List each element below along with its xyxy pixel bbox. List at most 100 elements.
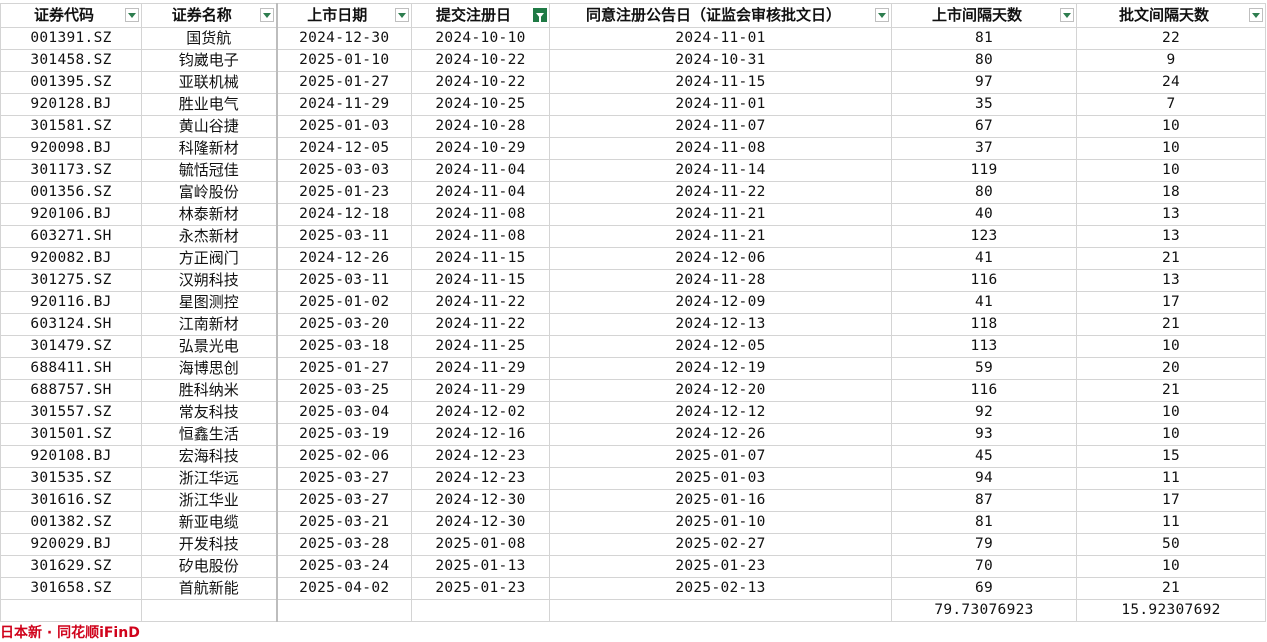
table-cell[interactable]: 2025-01-23: [276, 181, 412, 204]
table-cell[interactable]: 2024-12-06: [549, 247, 892, 270]
table-cell[interactable]: 920082.BJ: [0, 247, 142, 270]
column-header-1[interactable]: 证券名称: [141, 3, 278, 28]
table-cell[interactable]: 2025-03-18: [276, 335, 412, 358]
table-cell[interactable]: 2024-12-18: [276, 203, 412, 226]
table-cell[interactable]: 69: [891, 577, 1077, 600]
table-cell[interactable]: 2024-10-29: [411, 137, 550, 160]
table-cell[interactable]: 富岭股份: [141, 181, 278, 204]
table-cell[interactable]: 94: [891, 467, 1077, 490]
table-cell[interactable]: 119: [891, 159, 1077, 182]
table-cell[interactable]: 10: [1076, 335, 1266, 358]
table-cell[interactable]: 920098.BJ: [0, 137, 142, 160]
approval-average-cell[interactable]: 15.92307692: [1076, 599, 1266, 622]
table-cell[interactable]: 21: [1076, 247, 1266, 270]
table-cell[interactable]: 汉朔科技: [141, 269, 278, 292]
table-cell[interactable]: 10: [1076, 159, 1266, 182]
table-cell[interactable]: 001356.SZ: [0, 181, 142, 204]
table-cell[interactable]: 301658.SZ: [0, 577, 142, 600]
table-cell[interactable]: 2025-03-04: [276, 401, 412, 424]
table-cell[interactable]: 2024-12-16: [411, 423, 550, 446]
table-cell[interactable]: 7: [1076, 93, 1266, 116]
table-cell[interactable]: 17: [1076, 291, 1266, 314]
table-cell[interactable]: 2025-01-03: [276, 115, 412, 138]
table-cell[interactable]: 81: [891, 511, 1077, 534]
table-cell[interactable]: 2025-01-23: [411, 577, 550, 600]
table-cell[interactable]: 2024-12-26: [549, 423, 892, 446]
table-cell[interactable]: 123: [891, 225, 1077, 248]
summary-cell[interactable]: [411, 599, 550, 622]
table-cell[interactable]: 2025-01-27: [276, 357, 412, 380]
filter-dropdown-icon[interactable]: [1249, 8, 1263, 22]
table-cell[interactable]: 2024-10-22: [411, 49, 550, 72]
table-cell[interactable]: 常友科技: [141, 401, 278, 424]
table-cell[interactable]: 矽电股份: [141, 555, 278, 578]
table-cell[interactable]: 2024-11-14: [549, 159, 892, 182]
table-cell[interactable]: 688757.SH: [0, 379, 142, 402]
table-cell[interactable]: 浙江华远: [141, 467, 278, 490]
listing-average-cell[interactable]: 79.73076923: [891, 599, 1077, 622]
table-cell[interactable]: 2024-12-09: [549, 291, 892, 314]
table-cell[interactable]: 10: [1076, 137, 1266, 160]
table-cell[interactable]: 2025-01-27: [276, 71, 412, 94]
table-cell[interactable]: 920108.BJ: [0, 445, 142, 468]
table-cell[interactable]: 钧崴电子: [141, 49, 278, 72]
table-cell[interactable]: 2024-11-21: [549, 203, 892, 226]
filter-dropdown-icon[interactable]: [125, 8, 139, 22]
table-cell[interactable]: 2024-12-12: [549, 401, 892, 424]
table-cell[interactable]: 13: [1076, 269, 1266, 292]
table-cell[interactable]: 2024-12-23: [411, 467, 550, 490]
table-cell[interactable]: 2025-03-27: [276, 489, 412, 512]
table-cell[interactable]: 2024-11-28: [549, 269, 892, 292]
table-cell[interactable]: 67: [891, 115, 1077, 138]
table-cell[interactable]: 13: [1076, 225, 1266, 248]
table-cell[interactable]: 永杰新材: [141, 225, 278, 248]
table-cell[interactable]: 2025-03-20: [276, 313, 412, 336]
table-cell[interactable]: 2025-04-02: [276, 577, 412, 600]
summary-cell[interactable]: [0, 599, 142, 622]
table-cell[interactable]: 2025-03-19: [276, 423, 412, 446]
table-cell[interactable]: 37: [891, 137, 1077, 160]
table-cell[interactable]: 688411.SH: [0, 357, 142, 380]
table-cell[interactable]: 301616.SZ: [0, 489, 142, 512]
table-cell[interactable]: 10: [1076, 115, 1266, 138]
summary-cell[interactable]: [549, 599, 892, 622]
table-cell[interactable]: 2024-11-25: [411, 335, 550, 358]
table-cell[interactable]: 10: [1076, 555, 1266, 578]
filter-dropdown-icon[interactable]: [259, 8, 274, 22]
table-cell[interactable]: 2025-03-11: [276, 225, 412, 248]
table-cell[interactable]: 2024-11-15: [411, 269, 550, 292]
table-cell[interactable]: 2024-11-01: [549, 93, 892, 116]
table-cell[interactable]: 118: [891, 313, 1077, 336]
table-cell[interactable]: 301479.SZ: [0, 335, 142, 358]
table-cell[interactable]: 301535.SZ: [0, 467, 142, 490]
table-cell[interactable]: 2024-11-29: [276, 93, 412, 116]
table-cell[interactable]: 301581.SZ: [0, 115, 142, 138]
column-header-4[interactable]: 同意注册公告日（证监会审核批文日）: [549, 3, 892, 28]
table-cell[interactable]: 恒鑫生活: [141, 423, 278, 446]
table-cell[interactable]: 116: [891, 379, 1077, 402]
table-cell[interactable]: 301458.SZ: [0, 49, 142, 72]
table-cell[interactable]: 2025-01-16: [549, 489, 892, 512]
table-cell[interactable]: 首航新能: [141, 577, 278, 600]
table-cell[interactable]: 2024-10-31: [549, 49, 892, 72]
table-cell[interactable]: 新亚电缆: [141, 511, 278, 534]
table-cell[interactable]: 2024-11-01: [549, 27, 892, 50]
table-cell[interactable]: 2024-12-19: [549, 357, 892, 380]
table-cell[interactable]: 9: [1076, 49, 1266, 72]
table-cell[interactable]: 2025-03-25: [276, 379, 412, 402]
table-cell[interactable]: 18: [1076, 181, 1266, 204]
table-cell[interactable]: 2024-12-13: [549, 313, 892, 336]
table-cell[interactable]: 21: [1076, 577, 1266, 600]
table-cell[interactable]: 2025-01-23: [549, 555, 892, 578]
table-cell[interactable]: 江南新材: [141, 313, 278, 336]
table-cell[interactable]: 弘景光电: [141, 335, 278, 358]
table-cell[interactable]: 92: [891, 401, 1077, 424]
table-cell[interactable]: 10: [1076, 423, 1266, 446]
table-cell[interactable]: 920106.BJ: [0, 203, 142, 226]
table-cell[interactable]: 301501.SZ: [0, 423, 142, 446]
table-cell[interactable]: 2024-12-20: [549, 379, 892, 402]
table-cell[interactable]: 2025-02-06: [276, 445, 412, 468]
table-cell[interactable]: 林泰新材: [141, 203, 278, 226]
filter-dropdown-icon[interactable]: [875, 8, 889, 22]
table-cell[interactable]: 2024-11-07: [549, 115, 892, 138]
